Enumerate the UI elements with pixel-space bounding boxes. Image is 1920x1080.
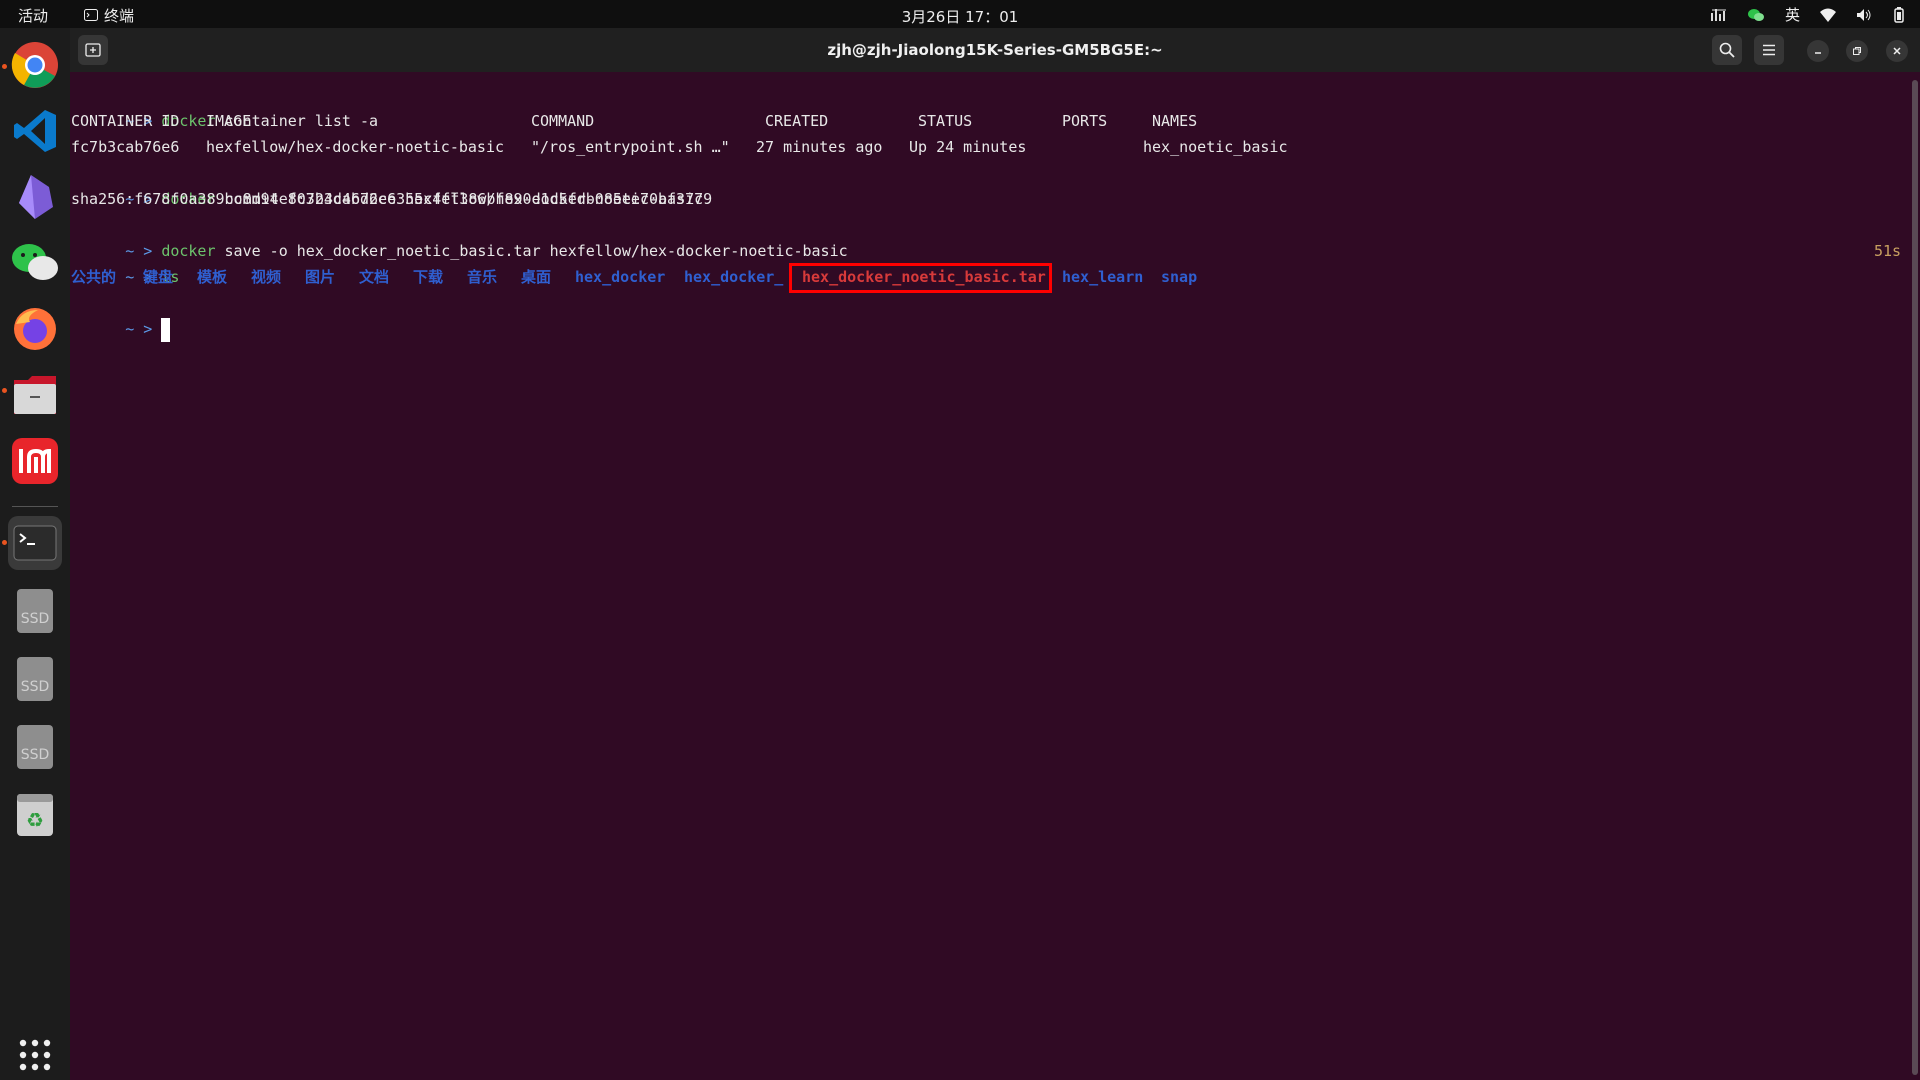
sha-output: sha256:f678f0a389bc8d94e80324d46d2ce355c… [71,190,713,208]
ssd-label: SSD [21,611,50,627]
dir-entry: 桌面 [521,268,552,286]
command-line: ~ > docker commit fc7b3cab76e6 hexfellow… [71,160,703,208]
minimize-button[interactable] [1807,40,1829,62]
cell-command: "/ros_entrypoint.sh …" [531,138,730,156]
terminal-icon[interactable] [8,516,62,570]
header-image: IMAGE [206,112,252,130]
dir-entry: hex_docker_ [684,268,784,286]
redmi-icon[interactable] [8,434,62,488]
running-indicator [2,388,7,393]
search-icon [1719,42,1735,58]
command-line: ~ > docker container list -a [71,82,378,130]
header-container-id: CONTAINER ID [71,112,180,130]
minimize-icon [1815,52,1821,54]
dir-entry: 模板 [197,268,228,286]
dock-separator [12,506,58,507]
ssd-label: SSD [21,747,50,763]
volume-icon[interactable] [1856,8,1872,22]
highlighted-file: hex_docker_noetic_basic.tar [802,268,1046,286]
cell-names: hex_noetic_basic [1143,138,1288,156]
clock[interactable]: 3月26日 17：01 [0,6,1920,27]
wechat-icon[interactable] [8,236,62,290]
dir-entry: hex_learn [1062,268,1144,286]
input-method-indicator[interactable]: 英 [1785,4,1800,25]
cell-image: hexfellow/hex-docker-noetic-basic [206,138,505,156]
command-line: ~ > ls 51s [71,238,1902,286]
prompt: ~ > [125,320,153,338]
ssd-label: SSD [21,679,50,695]
cell-created: 27 minutes ago [756,138,883,156]
ls-output: 公共的 键盘 模板 视频 图片 文档 下载 音乐 桌面 hex_docker h… [71,263,1371,293]
trash-icon[interactable]: ♻ [8,788,62,842]
header-created: CREATED [765,112,829,130]
title-bar: zjh@zjh-Jiaolong15K-Series-GM5BG5E:~ [70,28,1920,72]
vscode-icon[interactable] [8,104,62,158]
dir-entry: hex_docker [575,268,666,286]
files-icon[interactable] [8,368,62,422]
restore-icon [1853,47,1861,55]
running-indicator [2,540,7,545]
text-cursor [161,317,171,342]
restore-button[interactable] [1846,40,1868,62]
ssd-drive-icon[interactable]: SSD [8,720,62,774]
top-bar: 活动 终端 3月26日 17：01 英 [0,0,1920,28]
obsidian-icon[interactable] [8,170,62,224]
current-prompt-line[interactable]: ~ > [71,290,171,342]
search-button[interactable] [1712,35,1742,65]
table-row: fc7b3cab76e6 hexfellow/hex-docker-noetic… [71,134,1471,160]
dock: SSD SSD SSD ♻ [0,28,70,1080]
cell-container-id: fc7b3cab76e6 [71,138,180,156]
command-line: ~ > docker save -o hex_docker_noetic_bas… [71,212,847,260]
dir-entry: 音乐 [467,268,498,286]
running-indicator [2,64,7,69]
dir-entry: 文档 [359,268,390,286]
dir-entry: 下载 [413,268,444,286]
header-command: COMMAND [531,112,595,130]
network-monitor-icon[interactable] [1710,8,1727,22]
firefox-icon[interactable] [8,302,62,356]
menu-button[interactable] [1754,35,1784,65]
command-duration: 51s [1874,242,1902,260]
close-button[interactable] [1886,40,1908,62]
terminal-window: zjh@zjh-Jiaolong15K-Series-GM5BG5E:~ ~ >… [70,28,1920,1080]
system-tray: 英 [1710,4,1906,25]
header-names: NAMES [1152,112,1198,130]
wechat-tray-icon[interactable] [1747,8,1765,22]
dir-entry: 图片 [305,268,336,286]
header-status: STATUS [918,112,973,130]
table-header: CONTAINER ID IMAGE COMMAND CREATED STATU… [71,108,1471,134]
dir-entry: 公共的 [71,268,117,286]
hamburger-icon [1763,44,1775,56]
ssd-drive-icon[interactable]: SSD [8,584,62,638]
app-grid-icon[interactable] [8,1028,62,1080]
dir-entry: 视频 [251,268,282,286]
close-icon [1893,47,1901,55]
header-ports: PORTS [1062,112,1108,130]
svg-text:♻: ♻ [26,808,44,832]
cell-status: Up 24 minutes [909,138,1027,156]
ssd-drive-icon[interactable]: SSD [8,652,62,706]
chrome-icon[interactable] [8,38,62,92]
window-title: zjh@zjh-Jiaolong15K-Series-GM5BG5E:~ [827,41,1163,59]
dir-entry: snap [1161,268,1198,286]
battery-icon[interactable] [1892,6,1906,23]
wifi-icon[interactable] [1820,8,1836,22]
scrollbar[interactable] [1912,80,1918,1075]
dir-entry: 键盘 [143,268,174,286]
